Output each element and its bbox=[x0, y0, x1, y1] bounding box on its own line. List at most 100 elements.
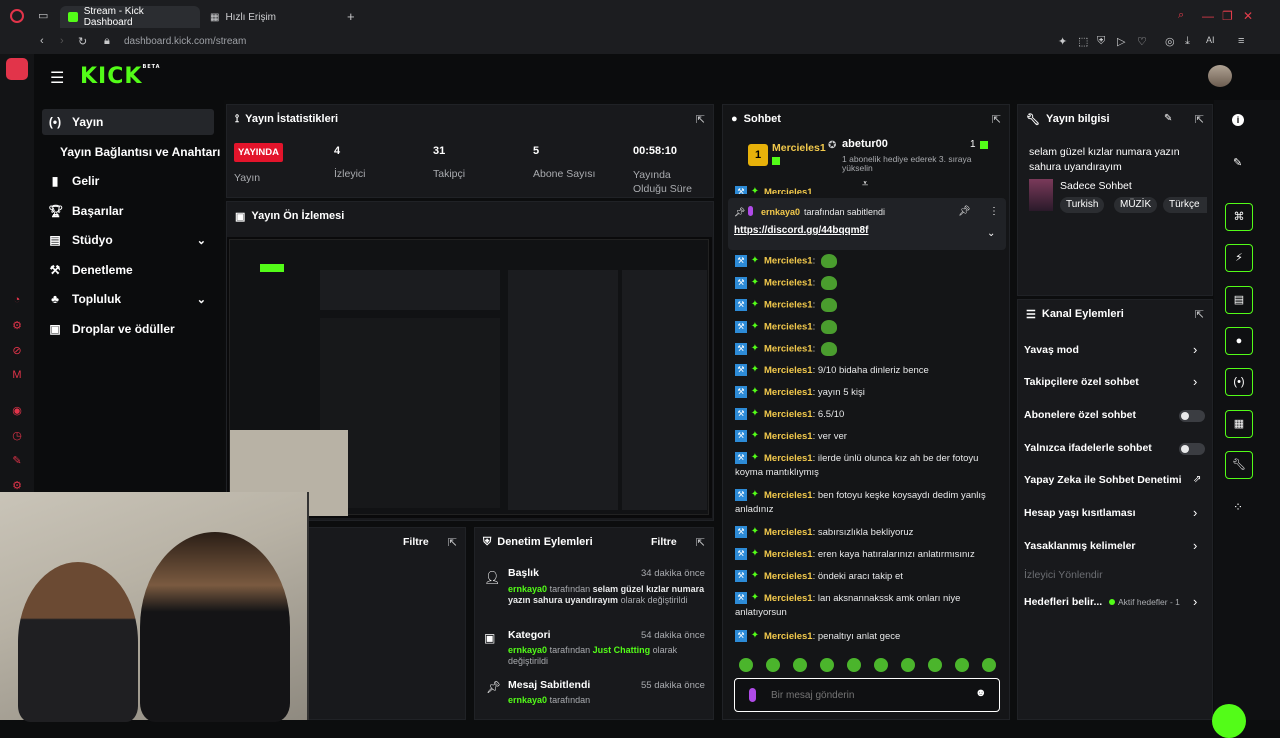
stream-tag[interactable]: Turkish bbox=[1060, 197, 1105, 213]
url-text[interactable]: dashboard.kick.com/stream bbox=[124, 36, 246, 47]
pencil-icon[interactable]: ✎ bbox=[1233, 156, 1242, 169]
maximize-icon[interactable]: ❐ bbox=[1222, 9, 1233, 23]
home-icon[interactable] bbox=[6, 58, 28, 80]
mod-actor[interactable]: ernkaya0 bbox=[508, 695, 547, 705]
nav-item-achievements[interactable]: 🏆︎ Başarılar bbox=[42, 198, 214, 224]
mic-icon[interactable] bbox=[749, 688, 756, 702]
nav-item-community[interactable]: ♣ Topluluk ⌄ bbox=[42, 286, 214, 312]
external-link-icon[interactable]: ⇗ bbox=[1193, 474, 1201, 485]
menu-icon[interactable]: ≡ bbox=[1238, 35, 1244, 47]
profile-icon[interactable]: ◎ bbox=[1165, 35, 1175, 48]
kick-logo[interactable]: KICKBETA bbox=[80, 64, 161, 89]
unpin-icon[interactable]: 📌︎ bbox=[958, 206, 971, 217]
chat-username[interactable]: Mercieles1 bbox=[764, 409, 813, 420]
nav-item-stream-key[interactable]: Yayın Bağlantısı ve Anahtarı bbox=[42, 139, 222, 165]
emote-shortcut-icon[interactable] bbox=[847, 658, 861, 672]
sidebar-app-icon[interactable]: ◷ bbox=[10, 429, 24, 443]
tab-stream-dashboard[interactable]: Stream - Kick Dashboard bbox=[60, 6, 200, 28]
tool-button-chat[interactable]: ● bbox=[1225, 327, 1253, 355]
expand-icon[interactable]: ⇱ bbox=[696, 536, 705, 549]
filter-button[interactable]: Filtre bbox=[651, 536, 677, 548]
tool-button-capture[interactable]: ⌘ bbox=[1225, 203, 1253, 231]
avatar[interactable] bbox=[1208, 65, 1232, 87]
chat-username[interactable]: Mercieles1 bbox=[764, 256, 813, 267]
chevron-down-icon[interactable]: ⌄ bbox=[197, 234, 206, 247]
chat-username[interactable]: Mercieles1 bbox=[764, 365, 813, 376]
subscribers-only-toggle[interactable] bbox=[1179, 410, 1205, 422]
action-ai-moderation[interactable]: Yapay Zeka ile Sohbet Denetimi bbox=[1024, 474, 1182, 486]
heart-icon[interactable]: ♡ bbox=[1137, 35, 1147, 48]
sidebar-app-icon[interactable]: ⚙ bbox=[10, 479, 24, 493]
search-icon[interactable]: ⌕ bbox=[1178, 9, 1184, 22]
nav-item-studio[interactable]: ▤ Stüdyo ⌄ bbox=[42, 227, 214, 253]
category-thumbnail[interactable] bbox=[1029, 179, 1053, 211]
minimize-icon[interactable]: — bbox=[1202, 9, 1214, 23]
forward-icon[interactable]: › bbox=[60, 35, 64, 47]
action-set-goals[interactable]: Hedefleri belir... bbox=[1024, 596, 1102, 608]
chevron-right-icon[interactable]: › bbox=[1193, 342, 1197, 357]
nav-item-drops[interactable]: ▣ Droplar ve ödüller bbox=[42, 316, 214, 342]
hamburger-icon[interactable]: ☰ bbox=[50, 68, 64, 88]
emote-shortcut-icon[interactable] bbox=[766, 658, 780, 672]
chat-username[interactable]: Mercieles1 bbox=[764, 571, 813, 582]
chat-bubble-icon[interactable] bbox=[1212, 704, 1246, 738]
sidebar-app-icon[interactable]: ◔ bbox=[10, 294, 24, 308]
emote-shortcut-icon[interactable] bbox=[820, 658, 834, 672]
sidebar-app-icon[interactable]: ⚙ bbox=[10, 319, 24, 333]
expand-icon[interactable]: ⇱ bbox=[1195, 308, 1204, 321]
chat-username[interactable]: Mercieles1 bbox=[764, 490, 813, 501]
chat-username[interactable]: Mercieles1 bbox=[764, 527, 813, 538]
nav-item-moderation[interactable]: ⚒ Denetleme bbox=[42, 257, 214, 283]
mod-actor[interactable]: ernkaya0 bbox=[508, 645, 547, 655]
chat-username[interactable]: Mercieles1 bbox=[764, 344, 813, 355]
edit-icon[interactable]: ✎ bbox=[1164, 113, 1172, 124]
emote-shortcut-icon[interactable] bbox=[982, 658, 996, 672]
tool-button-lightning[interactable]: ⚡︎ bbox=[1225, 244, 1253, 272]
chat-input[interactable] bbox=[771, 687, 971, 703]
action-banned-words[interactable]: Yasaklanmış kelimeler bbox=[1024, 540, 1136, 552]
apps-icon[interactable]: ⁘ bbox=[1233, 500, 1243, 514]
emote-shortcut-icon[interactable] bbox=[901, 658, 915, 672]
category-name[interactable]: Sadece Sohbet bbox=[1060, 180, 1132, 192]
play-icon[interactable]: ▷ bbox=[1117, 35, 1125, 48]
stream-tag[interactable]: MÜZİK bbox=[1114, 197, 1158, 213]
stream-tag[interactable]: Türkçe bbox=[1163, 197, 1207, 213]
top-gifter-name[interactable]: Mercieles1 bbox=[772, 142, 826, 154]
close-icon[interactable]: ✕ bbox=[1243, 9, 1253, 23]
chevron-down-icon[interactable]: ⌄ bbox=[197, 293, 206, 306]
chat-username[interactable]: Mercieles1 bbox=[764, 631, 813, 642]
tab-quick-access[interactable]: ▦ Hızlı Erişim bbox=[202, 6, 332, 28]
ai-button[interactable]: AI bbox=[1206, 35, 1215, 45]
filter-button[interactable]: Filtre bbox=[403, 536, 429, 548]
shield-icon[interactable]: ⛨ bbox=[1097, 35, 1105, 48]
chat-username[interactable]: Mercieles1 bbox=[764, 322, 813, 333]
mod-actor[interactable]: ernkaya0 bbox=[508, 584, 547, 594]
chat-input-box[interactable]: ☻ bbox=[734, 678, 1000, 712]
emote-shortcut-icon[interactable] bbox=[739, 658, 753, 672]
emote-shortcut-icon[interactable] bbox=[793, 658, 807, 672]
emote-shortcut-icon[interactable] bbox=[928, 658, 942, 672]
expand-icon[interactable]: ⇱ bbox=[1195, 113, 1204, 126]
pinned-by-user[interactable]: ernkaya0 bbox=[761, 207, 800, 217]
expand-icon[interactable]: ⇱ bbox=[992, 113, 1001, 126]
tool-button-wrench[interactable]: 🔧︎ bbox=[1225, 451, 1253, 479]
new-tab-icon[interactable]: + bbox=[347, 9, 355, 24]
more-icon[interactable]: ⋮ bbox=[989, 206, 999, 217]
snapshot-icon[interactable]: ⬚ bbox=[1078, 35, 1088, 48]
info-icon[interactable]: i bbox=[1232, 114, 1244, 126]
chat-username[interactable]: Mercieles1 bbox=[764, 549, 813, 560]
action-followers-only[interactable]: Takipçilere özel sohbet bbox=[1024, 376, 1139, 388]
chat-username[interactable]: Mercieles1 bbox=[764, 593, 813, 604]
tool-button-document[interactable]: ▤ bbox=[1225, 286, 1253, 314]
chat-username[interactable]: Mercieles1 bbox=[764, 453, 813, 464]
stream-preview-video[interactable] bbox=[227, 237, 712, 518]
sidebar-app-icon[interactable]: M bbox=[10, 369, 24, 383]
chat-username[interactable]: Mercieles1 bbox=[764, 300, 813, 311]
sidebar-app-icon[interactable]: ⊘ bbox=[10, 344, 24, 358]
expand-icon[interactable]: ⇱ bbox=[696, 113, 705, 126]
nav-item-revenue[interactable]: ▮ Gelir bbox=[42, 168, 214, 194]
opera-icon[interactable] bbox=[10, 9, 24, 23]
action-account-age[interactable]: Hesap yaşı kısıtlaması bbox=[1024, 507, 1136, 519]
chevron-right-icon[interactable]: › bbox=[1193, 374, 1197, 389]
chevron-right-icon[interactable]: › bbox=[1193, 538, 1197, 553]
